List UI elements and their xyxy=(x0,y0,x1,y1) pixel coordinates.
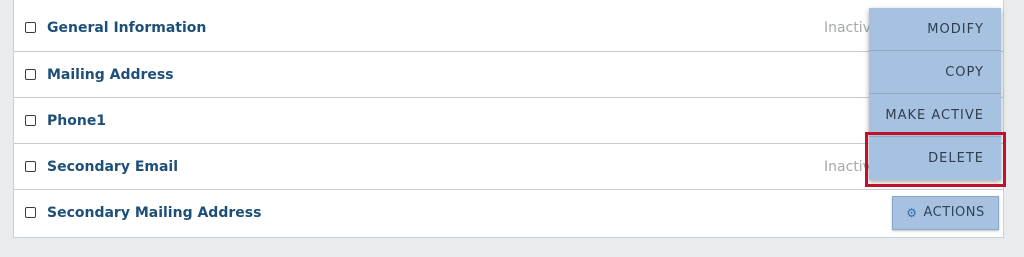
menu-item-delete[interactable]: DELETE xyxy=(869,137,1001,180)
row-checkbox[interactable] xyxy=(25,206,36,218)
actions-button[interactable]: ⚙ ACTIONS xyxy=(892,195,999,230)
row-checkbox[interactable] xyxy=(25,68,36,80)
list-row-secondary-mailing-address[interactable]: Secondary Mailing Address ⚙ ACTIONS xyxy=(14,189,1003,235)
row-checkbox[interactable] xyxy=(25,114,36,126)
list-row-phone1[interactable]: Phone1 xyxy=(14,97,1003,143)
menu-item-copy[interactable]: COPY xyxy=(869,51,1001,94)
row-label[interactable]: General Information xyxy=(47,20,206,36)
menu-item-make-active[interactable]: MAKE ACTIVE xyxy=(869,94,1001,137)
actions-dropdown-menu: MODIFY COPY MAKE ACTIVE DELETE xyxy=(869,8,1001,180)
row-label[interactable]: Secondary Mailing Address xyxy=(47,205,261,221)
list-row-secondary-email[interactable]: Secondary Email Inactive xyxy=(14,143,1003,189)
list-row-general-information[interactable]: General Information Inactive xyxy=(14,5,1003,51)
row-label[interactable]: Mailing Address xyxy=(47,67,174,83)
row-checkbox[interactable] xyxy=(25,160,36,172)
row-label[interactable]: Phone1 xyxy=(47,113,106,129)
address-list-panel: General Information Inactive Mailing Add… xyxy=(13,0,1004,238)
list-row-mailing-address[interactable]: Mailing Address xyxy=(14,51,1003,97)
actions-button-label: ACTIONS xyxy=(923,205,985,220)
menu-item-modify[interactable]: MODIFY xyxy=(869,8,1001,51)
row-checkbox[interactable] xyxy=(25,22,36,33)
row-label[interactable]: Secondary Email xyxy=(47,159,178,175)
gear-icon: ⚙ xyxy=(906,205,918,220)
